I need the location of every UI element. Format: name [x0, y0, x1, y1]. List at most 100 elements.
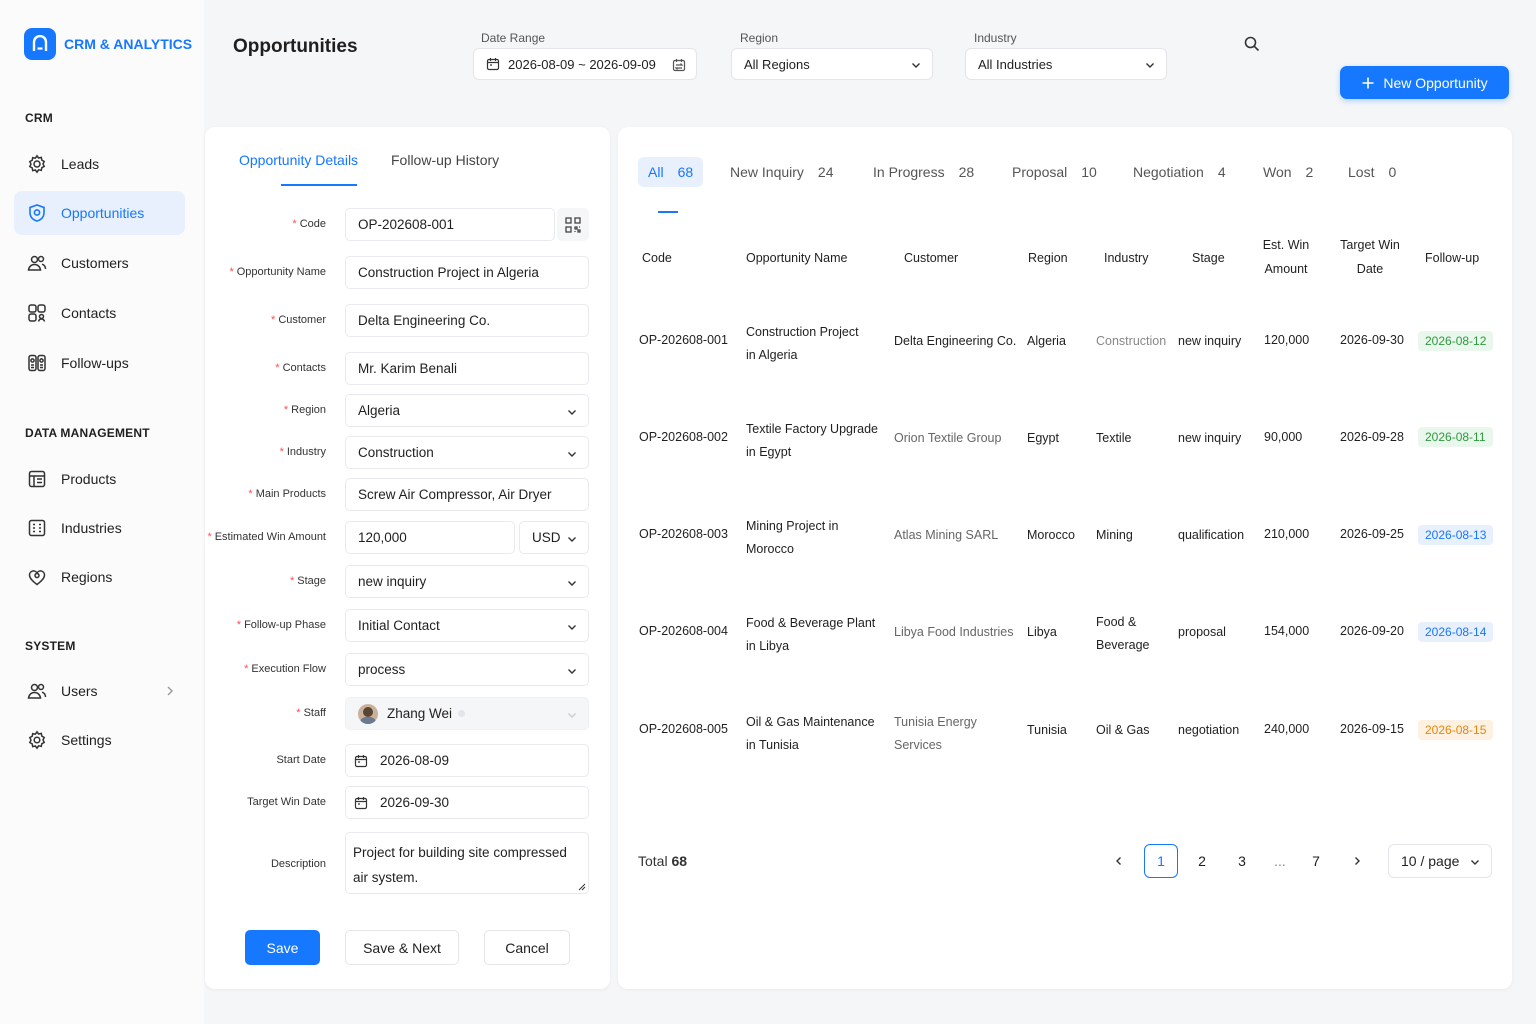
save-next-button[interactable]: Save & Next — [345, 930, 459, 965]
tab-new-inquiry[interactable]: New Inquiry 24 — [720, 157, 844, 187]
sidebar-item-products[interactable]: Products — [14, 457, 185, 501]
cell-target-date: 2026-09-28 — [1340, 430, 1404, 444]
column-header-customer[interactable]: Customer — [904, 246, 958, 270]
brand[interactable]: CRM & ANALYTICS — [24, 28, 192, 60]
pagination-next[interactable] — [1340, 844, 1374, 878]
staff-select[interactable]: Zhang Wei — [345, 697, 589, 730]
column-header-target-date[interactable]: Target Win Date — [1336, 233, 1404, 281]
cell-region: Libya — [1027, 625, 1057, 639]
industry-filter-select[interactable]: All Industries — [965, 48, 1167, 80]
regions-icon — [27, 567, 47, 587]
sidebar-item-customers[interactable]: Customers — [14, 241, 185, 285]
sidebar-item-contacts[interactable]: Contacts — [14, 291, 185, 335]
sidebar-item-leads[interactable]: Leads — [14, 142, 185, 186]
sidebar-item-label: Customers — [61, 255, 129, 271]
cell-code: OP-202608-001 — [639, 333, 728, 347]
column-header-stage[interactable]: Stage — [1192, 246, 1225, 270]
main-products-label: * Main Products — [248, 488, 326, 500]
date-range-value: 2026-08-09 ~ 2026-09-09 — [508, 56, 656, 72]
stage-select[interactable]: new inquiry — [345, 565, 589, 598]
chevron-down-icon — [566, 709, 578, 721]
sidebar-item-users[interactable]: Users — [14, 669, 185, 713]
customer-label: * Customer — [271, 314, 326, 326]
tab-opportunity-details[interactable]: Opportunity Details — [239, 152, 358, 168]
plus-icon — [1361, 76, 1375, 90]
cell-amount: 240,000 — [1264, 722, 1310, 736]
cancel-button[interactable]: Cancel — [484, 930, 570, 965]
sidebar-item-settings[interactable]: Settings — [14, 718, 185, 762]
region-select[interactable]: Algeria — [345, 394, 589, 427]
tab-won[interactable]: Won 2 — [1253, 157, 1323, 187]
cell-code: OP-202608-004 — [639, 624, 728, 638]
region-filter-select[interactable]: All Regions — [731, 48, 933, 80]
new-opportunity-button[interactable]: New Opportunity — [1340, 66, 1509, 99]
cell-customer: Atlas Mining SARL — [894, 528, 999, 542]
tab-negotiation[interactable]: Negotiation 4 — [1123, 157, 1236, 187]
follow-up-phase-select[interactable]: Initial Contact — [345, 609, 589, 642]
search-icon[interactable] — [1243, 35, 1261, 53]
pagination-ellipsis[interactable]: ... — [1263, 844, 1297, 878]
description-label: Description — [270, 858, 326, 870]
column-header-code[interactable]: Code — [642, 246, 672, 270]
column-header-amount[interactable]: Est. Win Amount — [1258, 233, 1314, 281]
tab-all[interactable]: All 68 — [638, 157, 704, 187]
column-header-follow-up[interactable]: Follow-up — [1425, 246, 1479, 270]
cell-industry: Textile — [1096, 431, 1132, 445]
tab-in-progress[interactable]: In Progress 28 — [863, 157, 984, 187]
save-button[interactable]: Save — [245, 930, 320, 965]
page-size-select[interactable]: 10 / page — [1388, 844, 1492, 878]
contacts-field[interactable]: Mr. Karim Benali — [345, 352, 589, 385]
chevron-down-icon — [566, 621, 578, 633]
pagination-prev[interactable] — [1102, 844, 1136, 878]
sidebar-item-industries[interactable]: Industries — [14, 506, 185, 550]
calendar-swap-icon — [672, 58, 686, 72]
contacts-icon — [27, 303, 47, 323]
sidebar-item-follow-ups[interactable]: Follow-ups — [14, 341, 185, 385]
target-win-date-field[interactable]: 2026-09-30 — [345, 786, 589, 819]
pagination-page-7[interactable]: 7 — [1299, 844, 1333, 878]
opportunity-name-label: * Opportunity Name — [229, 266, 326, 278]
estimated-win-amount-label: * Estimated Win Amount — [207, 531, 326, 543]
sidebar-item-label: Opportunities — [61, 205, 145, 221]
code-field[interactable]: OP-202608-001 — [345, 208, 555, 241]
chevron-down-icon — [566, 577, 578, 589]
industry-select[interactable]: Construction — [345, 436, 589, 469]
currency-select[interactable]: USD — [519, 521, 589, 554]
pagination-page-2[interactable]: 2 — [1185, 844, 1219, 878]
date-range-picker[interactable]: 2026-08-09 ~ 2026-09-09 — [473, 48, 697, 80]
resize-handle-icon[interactable] — [576, 881, 586, 891]
region-label: * Region — [283, 404, 326, 416]
tab-proposal[interactable]: Proposal 10 — [1002, 157, 1107, 187]
active-tab-indicator — [658, 211, 678, 213]
chevron-down-icon — [1144, 59, 1156, 71]
sidebar: CRM & ANALYTICS CRM Leads Opportunities … — [0, 0, 204, 1024]
pagination-page-3[interactable]: 3 — [1225, 844, 1259, 878]
execution-flow-select[interactable]: process — [345, 653, 589, 686]
chevron-down-icon — [566, 665, 578, 677]
estimated-win-amount-field[interactable]: 120,000 — [345, 521, 515, 554]
pagination-page-1[interactable]: 1 — [1144, 844, 1178, 878]
tab-follow-up-history[interactable]: Follow-up History — [391, 152, 499, 168]
app-title: CRM & ANALYTICS — [64, 36, 193, 52]
start-date-field[interactable]: 2026-08-09 — [345, 744, 589, 777]
chevron-down-icon — [1469, 856, 1481, 868]
follow-up-badge: 2026-08-14 — [1418, 622, 1494, 642]
column-header-industry[interactable]: Industry — [1104, 246, 1148, 270]
cell-target-date: 2026-09-25 — [1340, 527, 1404, 541]
tab-lost[interactable]: Lost 0 — [1338, 157, 1406, 187]
main-products-field[interactable]: Screw Air Compressor, Air Dryer — [345, 478, 589, 511]
sidebar-item-opportunities[interactable]: Opportunities — [14, 191, 185, 235]
column-header-region[interactable]: Region — [1028, 246, 1068, 270]
cell-target-date: 2026-09-15 — [1340, 722, 1404, 736]
column-header-name[interactable]: Opportunity Name — [746, 246, 847, 270]
opportunity-name-field[interactable]: Construction Project in Algeria — [345, 256, 589, 289]
calendar-icon — [354, 796, 368, 810]
cell-customer: Tunisia Energy Services — [894, 715, 977, 752]
active-tab-indicator — [281, 184, 357, 186]
users-icon — [27, 253, 47, 273]
sidebar-item-regions[interactable]: Regions — [14, 555, 185, 599]
customer-field[interactable]: Delta Engineering Co. — [345, 304, 589, 337]
description-textarea[interactable]: Project for building site compressed air… — [345, 832, 589, 894]
target-win-date-label: Target Win Date — [247, 796, 326, 808]
qr-code-icon[interactable] — [557, 208, 589, 241]
